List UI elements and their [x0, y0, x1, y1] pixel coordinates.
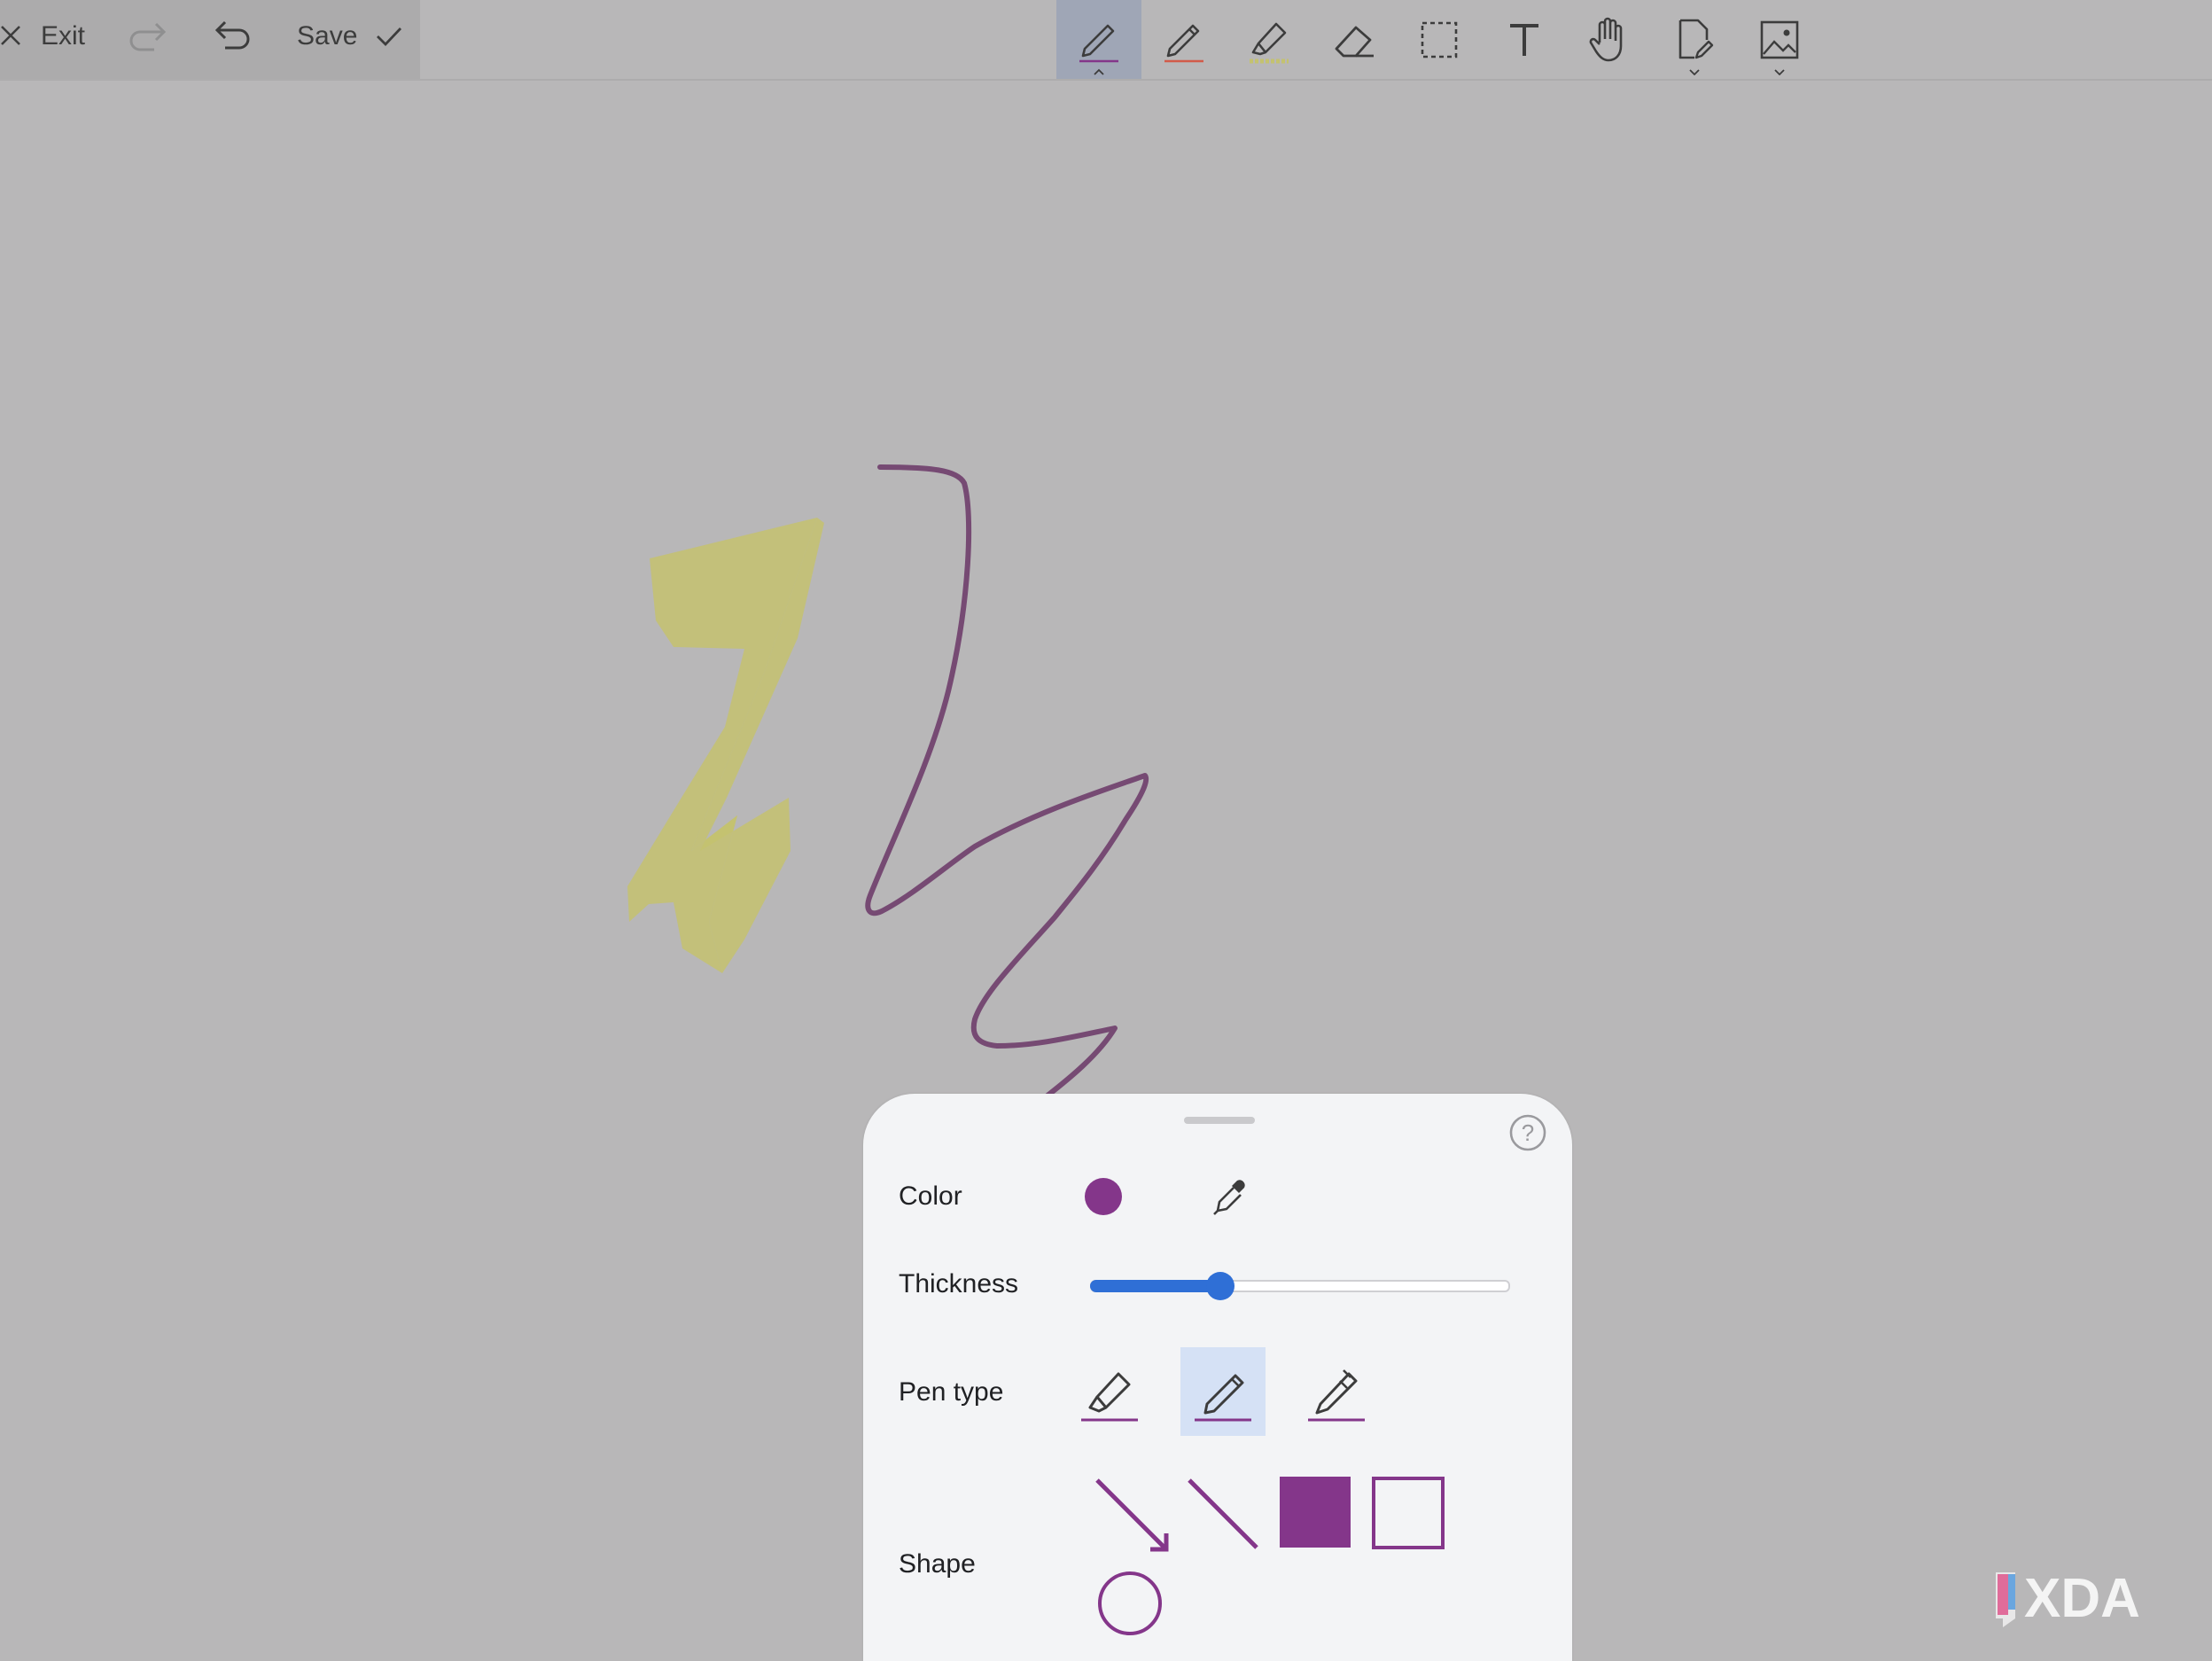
text-tool[interactable] — [1482, 0, 1567, 79]
help-icon[interactable]: ? — [1508, 1113, 1547, 1152]
color-label: Color — [899, 1181, 962, 1211]
chevron-up-icon — [1094, 68, 1104, 75]
highlighter-tool[interactable] — [1227, 0, 1312, 79]
undo-button[interactable] — [213, 18, 253, 55]
redo-icon — [129, 22, 167, 51]
pencil-pen-icon — [1195, 1374, 1251, 1422]
thickness-slider-thumb[interactable] — [1205, 1272, 1235, 1300]
image-icon — [1760, 20, 1799, 58]
exit-button[interactable]: Exit — [0, 21, 85, 51]
filled-square-shape-button[interactable] — [1280, 1477, 1351, 1548]
pen-icon — [1079, 24, 1118, 62]
page-edit-icon — [1678, 19, 1714, 58]
pan-tool[interactable] — [1567, 0, 1652, 79]
image-tool[interactable] — [1737, 0, 1822, 79]
pencil-tool[interactable] — [1141, 0, 1227, 79]
pencil-icon — [1164, 24, 1203, 62]
eraser-icon — [1335, 26, 1374, 57]
undo-icon — [214, 20, 250, 50]
exit-label: Exit — [41, 21, 86, 51]
save-label: Save — [297, 21, 358, 51]
dashed-select-icon — [1421, 21, 1458, 58]
chevron-down-icon — [1689, 69, 1700, 75]
pen-settings-panel: ? Color Thickness Pen type Shape — [863, 1094, 1572, 1661]
redo-button[interactable] — [128, 19, 168, 55]
eraser-tool[interactable] — [1312, 0, 1397, 79]
fountain-pen-icon — [1308, 1369, 1365, 1422]
check-icon — [377, 27, 402, 47]
thickness-label: Thickness — [899, 1269, 1019, 1298]
pen-type-highlighter[interactable] — [1067, 1347, 1152, 1436]
circle-shape-button[interactable] — [1095, 1569, 1164, 1638]
close-icon — [1, 26, 20, 45]
thickness-slider-fill — [1090, 1280, 1220, 1292]
marker-pen-icon — [1081, 1372, 1138, 1422]
text-icon — [1510, 23, 1538, 56]
color-swatch[interactable] — [1085, 1178, 1122, 1215]
svg-text:?: ? — [1522, 1119, 1534, 1146]
save-button[interactable]: Save — [297, 21, 403, 51]
drag-handle[interactable] — [1184, 1117, 1255, 1124]
eyedropper-icon[interactable] — [1211, 1175, 1250, 1218]
header-bar: Exit Save — [0, 0, 420, 79]
arrow-shape-button[interactable] — [1092, 1475, 1172, 1555]
highlighter-icon — [1250, 22, 1289, 63]
watermark-text: XDA — [2024, 1568, 2140, 1629]
pen-stroke — [865, 464, 1149, 1098]
shape-label: Shape — [899, 1549, 976, 1579]
pen-type-pencil[interactable] — [1180, 1347, 1266, 1436]
pen-type-fountain[interactable] — [1294, 1347, 1379, 1436]
pen-tool[interactable] — [1056, 0, 1141, 79]
outline-square-shape-button[interactable] — [1372, 1477, 1445, 1549]
chevron-down-icon — [1774, 69, 1785, 75]
selection-tool[interactable] — [1397, 0, 1482, 79]
page-tool[interactable] — [1652, 0, 1737, 79]
xda-logo: XDA — [1996, 1568, 2140, 1629]
hand-icon — [1589, 17, 1623, 61]
line-shape-button[interactable] — [1184, 1475, 1264, 1555]
pen-type-label: Pen type — [899, 1377, 1004, 1407]
